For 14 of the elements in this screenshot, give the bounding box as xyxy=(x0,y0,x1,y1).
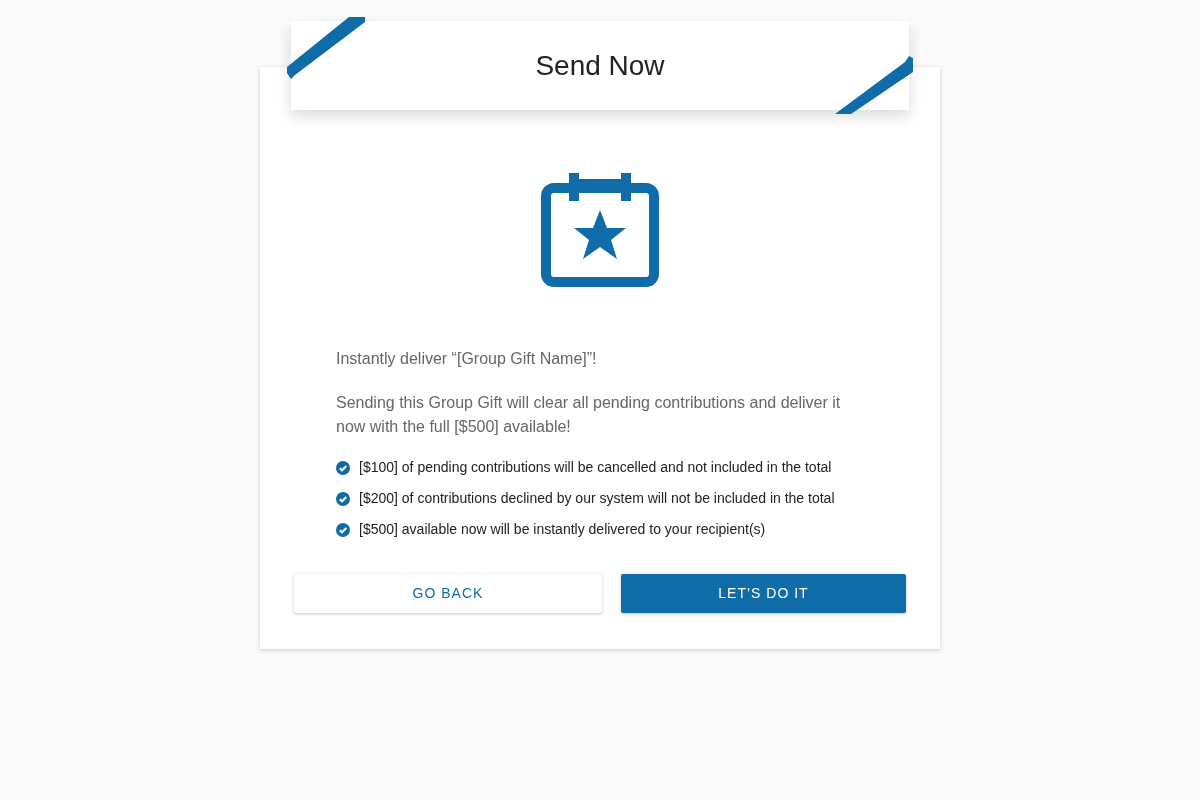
confirm-button[interactable]: LET’S DO IT xyxy=(620,574,906,613)
check-circle-icon xyxy=(336,491,350,506)
check-circle-icon xyxy=(336,460,350,475)
point-text: [$100] of pending contributions will be cancelled and not included in the total xyxy=(359,458,832,477)
check-circle-icon xyxy=(336,522,350,537)
intro-text: Instantly deliver “[Group Gift Name]”! xyxy=(336,349,598,369)
point-text: [$200] of contributions declined by our system will not be included in the total xyxy=(359,489,835,508)
ribbon-icon xyxy=(287,17,367,81)
back-button[interactable]: GO BACK xyxy=(294,574,602,613)
dialog-title: Send Now xyxy=(535,48,665,83)
calendar-star-icon xyxy=(541,173,659,287)
point-text: [$500] available now will be instantly delivered to your recipient(s) xyxy=(359,520,766,539)
ribbon-icon xyxy=(833,54,913,114)
description-text: Sending this Group Gift will clear all pending contributions and deliver it now with the full [$500] available! xyxy=(336,393,842,437)
